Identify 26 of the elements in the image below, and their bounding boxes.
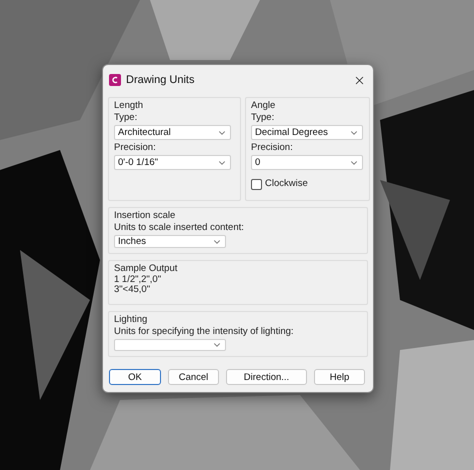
angle-type-dropdown[interactable]: Decimal Degrees bbox=[251, 125, 363, 140]
group-title: Length bbox=[114, 100, 144, 112]
field-label: Units for specifying the intensity of lighting: bbox=[114, 326, 295, 338]
field-label: Precision: bbox=[114, 142, 157, 154]
group-title: Lighting bbox=[114, 314, 148, 326]
clockwise-checkbox[interactable] bbox=[251, 178, 262, 190]
field-label: Precision: bbox=[251, 142, 294, 154]
group-title: Sample Output bbox=[114, 263, 178, 275]
app-icon bbox=[109, 74, 121, 86]
group-title: Angle bbox=[251, 100, 276, 112]
field-label: Type: bbox=[251, 112, 276, 124]
window-title: Drawing Units bbox=[126, 74, 196, 86]
field-label: Type: bbox=[114, 112, 138, 124]
field-label: Units to scale inserted content: bbox=[114, 222, 245, 234]
angle-precision-dropdown[interactable]: 0 bbox=[251, 155, 363, 170]
insertion-units-dropdown[interactable]: Inches bbox=[114, 235, 226, 248]
dialog-button[interactable]: Direction... bbox=[226, 369, 307, 385]
sample-output-line: 1 1/2",2",0" bbox=[114, 275, 162, 285]
length-precision-dropdown[interactable]: 0'-0 1/16" bbox=[114, 155, 231, 170]
dialog-button[interactable]: Cancel bbox=[168, 369, 219, 385]
dialog-button[interactable]: OK bbox=[109, 369, 161, 385]
checkbox-label: Clockwise bbox=[265, 178, 308, 190]
sample-output-line: 3"<45,0" bbox=[114, 285, 152, 295]
dialog-button[interactable]: Help bbox=[314, 369, 365, 385]
group-title: Insertion scale bbox=[114, 210, 176, 222]
length-type-dropdown[interactable]: Architectural bbox=[114, 125, 231, 140]
